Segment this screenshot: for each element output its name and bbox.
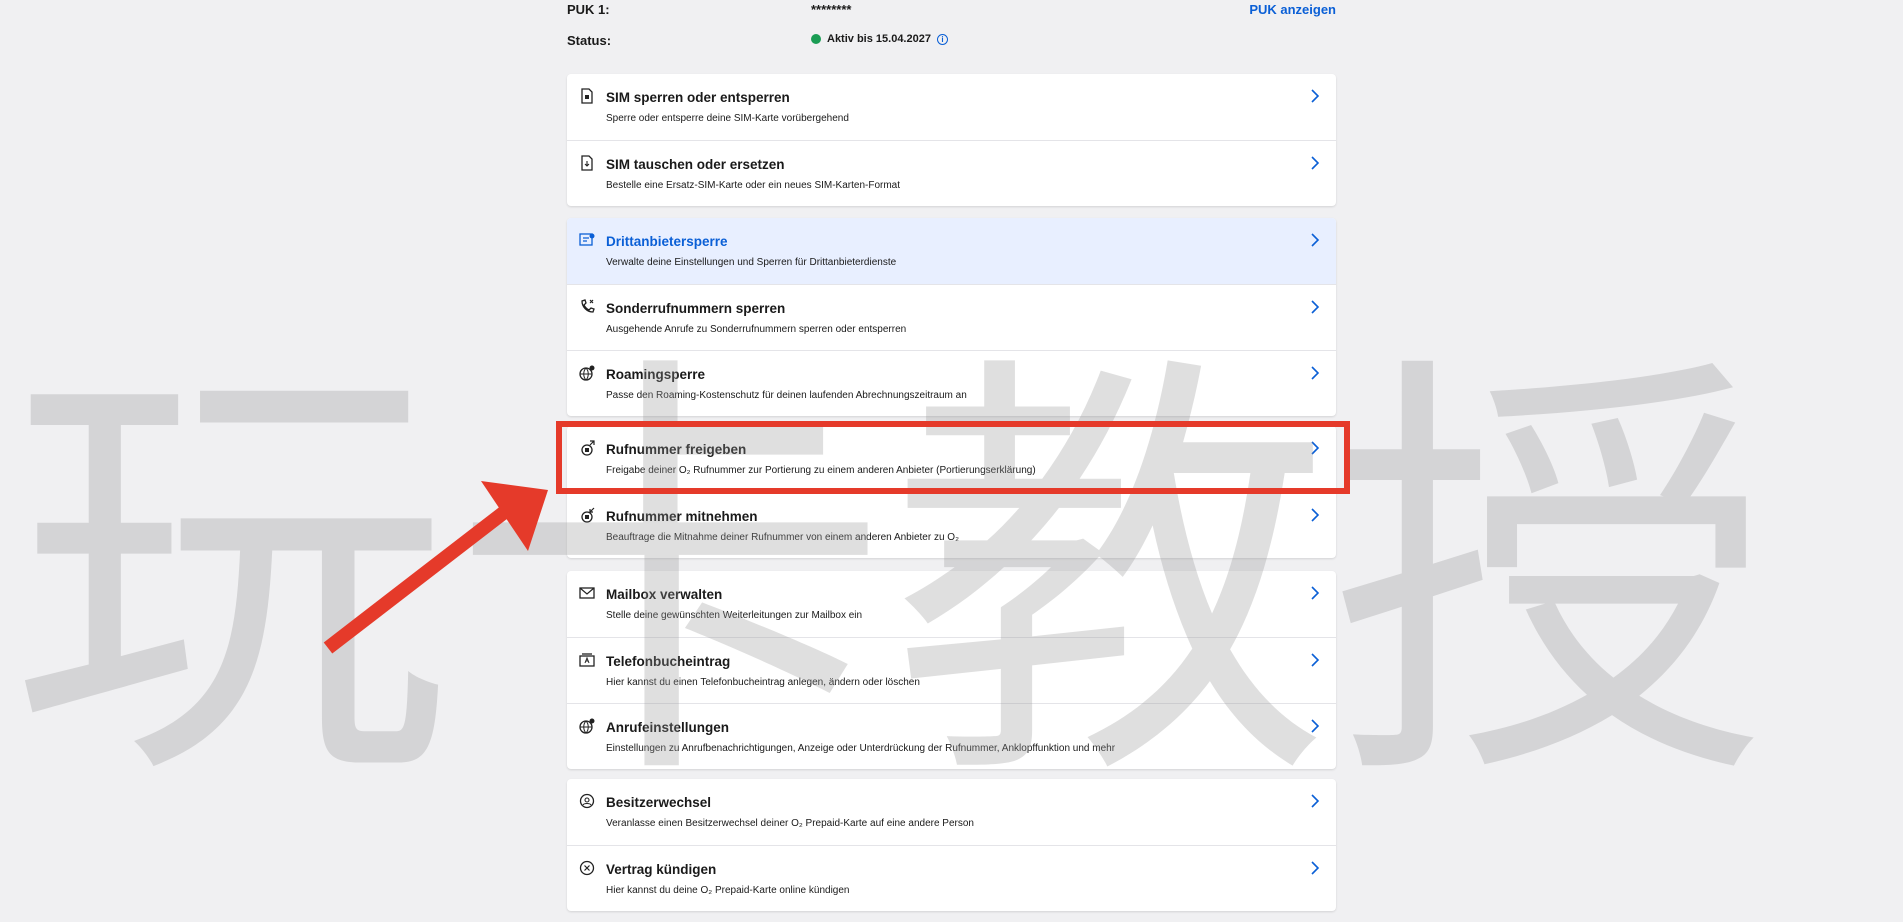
card-contract: Besitzerwechsel Veranlasse einen Besitzer…: [567, 779, 1336, 911]
chevron-right-icon[interactable]: [1310, 508, 1320, 522]
card-number-porting: Rufnummer freigeben Freigabe deiner O₂ Ru…: [567, 426, 1336, 558]
list-item-sim-swap[interactable]: SIM tauschen oder ersetzen Bestelle eine …: [567, 140, 1336, 206]
item-subtitle: Sperre oder entsperre deine SIM-Karte vo…: [606, 113, 849, 124]
chevron-right-icon[interactable]: [1310, 233, 1320, 247]
sim-import-icon: [579, 507, 595, 523]
status-value-group: Aktiv bis 15.04.2027 i: [811, 33, 948, 45]
third-party-block-icon: [579, 232, 595, 248]
chevron-right-icon[interactable]: [1310, 653, 1320, 667]
chevron-right-icon[interactable]: [1310, 586, 1320, 600]
chevron-right-icon[interactable]: [1310, 794, 1320, 808]
status-value: Aktiv bis 15.04.2027: [827, 33, 931, 45]
item-subtitle: Hier kannst du deine O₂ Prepaid-Karte on…: [606, 885, 850, 896]
globe-icon: [579, 365, 595, 381]
item-subtitle: Stelle deine gewünschten Weiterleitungen…: [606, 610, 863, 621]
card-blocking: Drittanbietersperre Verwalte deine Einste…: [567, 218, 1336, 416]
chevron-right-icon[interactable]: [1310, 366, 1320, 380]
call-settings-icon: [579, 718, 595, 734]
item-subtitle: Ausgehende Anrufe zu Sonderrufnummern sp…: [606, 324, 907, 335]
puk-label: PUK 1:: [567, 2, 610, 17]
item-title: Vertrag kündigen: [606, 862, 717, 877]
item-subtitle: Freigabe deiner O₂ Rufnummer zur Portier…: [606, 465, 1036, 476]
list-item-phonebook[interactable]: Telefonbucheintrag Hier kannst du einen T…: [567, 637, 1336, 703]
chevron-right-icon[interactable]: [1310, 156, 1320, 170]
item-subtitle: Bestelle eine Ersatz-SIM-Karte oder ein …: [606, 180, 901, 191]
mail-icon: [579, 585, 595, 601]
item-title: Drittanbietersperre: [606, 234, 728, 249]
item-title: Besitzerwechsel: [606, 795, 712, 810]
item-title: Sonderrufnummern sperren: [606, 301, 786, 316]
show-puk-link[interactable]: PUK anzeigen: [1249, 2, 1336, 17]
chevron-right-icon[interactable]: [1310, 719, 1320, 733]
chevron-right-icon[interactable]: [1310, 441, 1320, 455]
owner-change-icon: [579, 793, 595, 809]
item-title: Telefonbucheintrag: [606, 654, 731, 669]
info-icon[interactable]: i: [936, 33, 948, 45]
card-sim: SIM sperren oder entsperren Sperre oder e…: [567, 74, 1336, 206]
puk-value: ********: [811, 2, 852, 17]
list-item-third-party-block[interactable]: Drittanbietersperre Verwalte deine Einste…: [567, 218, 1336, 284]
list-item-globe[interactable]: Roamingsperre Passe den Roaming-Kostensch…: [567, 350, 1336, 416]
item-title: Mailbox verwalten: [606, 587, 723, 602]
list-item-cancel[interactable]: Vertrag kündigen Hier kannst du deine O₂ …: [567, 845, 1336, 911]
item-title: Rufnummer freigeben: [606, 442, 747, 457]
list-item-sim-import[interactable]: Rufnummer mitnehmen Beauftrage die Mitnah…: [567, 492, 1336, 558]
status-dot-icon: [811, 34, 821, 44]
item-subtitle: Verwalte deine Einstellungen und Sperren…: [606, 257, 897, 268]
list-item-owner-change[interactable]: Besitzerwechsel Veranlasse einen Besitzer…: [567, 779, 1336, 845]
sim-lock-icon: [579, 88, 595, 104]
item-title: SIM sperren oder entsperren: [606, 90, 790, 105]
status-label: Status:: [567, 33, 612, 48]
sim-export-icon: [579, 440, 595, 456]
card-calls: Mailbox verwalten Stelle deine gewünschte…: [567, 571, 1336, 769]
list-item-sim-export[interactable]: Rufnummer freigeben Freigabe deiner O₂ Ru…: [567, 426, 1336, 492]
list-item-sim-lock[interactable]: SIM sperren oder entsperren Sperre oder e…: [567, 74, 1336, 140]
item-subtitle: Hier kannst du einen Telefonbucheintrag …: [606, 677, 920, 688]
item-title: Roamingsperre: [606, 367, 706, 382]
item-subtitle: Passe den Roaming-Kostenschutz für deine…: [606, 390, 967, 401]
list-item-mail[interactable]: Mailbox verwalten Stelle deine gewünschte…: [567, 571, 1336, 637]
chevron-right-icon[interactable]: [1310, 89, 1320, 103]
list-item-call-settings[interactable]: Anrufeinstellungen Einstellungen zu Anruf…: [567, 703, 1336, 769]
page: PUK 1: ******** PUK anzeigen Status: Akt…: [0, 0, 1903, 922]
chevron-right-icon[interactable]: [1310, 300, 1320, 314]
status-row: Status: Aktiv bis 15.04.2027 i: [567, 33, 1336, 53]
phonebook-icon: [579, 652, 595, 668]
item-subtitle: Einstellungen zu Anrufbenachrichtigungen…: [606, 743, 1116, 754]
chevron-right-icon[interactable]: [1310, 861, 1320, 875]
item-subtitle: Beauftrage die Mitnahme deiner Rufnummer…: [606, 532, 959, 543]
item-subtitle: Veranlasse einen Besitzerwechsel deiner …: [606, 818, 974, 829]
sim-swap-icon: [579, 155, 595, 171]
puk-row: PUK 1: ******** PUK anzeigen: [567, 2, 1336, 22]
list-item-phone-block[interactable]: Sonderrufnummern sperren Ausgehende Anruf…: [567, 284, 1336, 350]
cancel-icon: [579, 860, 595, 876]
phone-block-icon: [579, 299, 595, 315]
item-title: Anrufeinstellungen: [606, 720, 730, 735]
item-title: SIM tauschen oder ersetzen: [606, 157, 785, 172]
item-title: Rufnummer mitnehmen: [606, 509, 758, 524]
